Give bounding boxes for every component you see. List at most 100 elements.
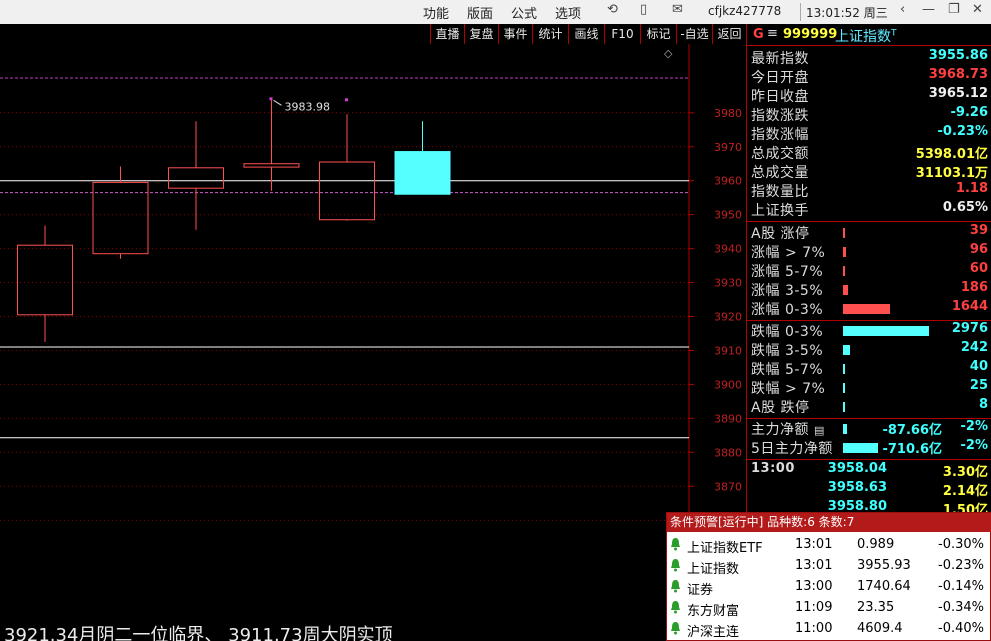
user-account[interactable]: cfjkz427778 xyxy=(708,4,781,18)
down-dist-row-value: 8 xyxy=(978,397,988,412)
events-button[interactable]: 事件 xyxy=(498,24,532,44)
back-button[interactable]: 返回 xyxy=(712,24,746,44)
down-dist-row-bar xyxy=(843,345,850,355)
capital-flow-bar xyxy=(843,443,879,453)
stat-row-value: -9.26 xyxy=(950,105,988,120)
capital-flow-value: -87.66亿 xyxy=(882,423,942,438)
stat-row: 最新指数 3955.86 xyxy=(747,48,991,67)
capital-flow-value: -710.6亿 xyxy=(882,442,942,457)
alert-name: 沪深主连 xyxy=(687,625,740,640)
diamond-icon: ◇ xyxy=(664,47,673,60)
alert-change: -0.34% xyxy=(938,600,984,615)
remove-watchlist-button[interactable]: -自选 xyxy=(676,24,712,44)
bell-icon xyxy=(671,580,680,593)
candle-body xyxy=(168,167,224,189)
y-tick-label: 3950 xyxy=(714,209,742,222)
stat-row-value: 3968.73 xyxy=(928,67,988,82)
stat-row-label: 总成交额 xyxy=(751,146,809,162)
down-dist-row-bar xyxy=(843,402,845,412)
kline-chart-svg: 3980 3970 3960 3950 3940 3930 3920 3910 3900 3890… xyxy=(0,44,742,641)
candle-body xyxy=(394,151,451,195)
f10-button[interactable]: F10 xyxy=(604,24,640,44)
menu-formula[interactable]: 公式 xyxy=(511,3,537,22)
stat-row-value: 31103.1万 xyxy=(915,166,988,181)
bell-icon xyxy=(671,559,680,572)
phone-icon[interactable]: ▯ xyxy=(640,2,647,17)
y-tick-label: 3930 xyxy=(714,277,742,290)
alert-row[interactable]: 东方财富 11:09 23.35 -0.34% xyxy=(667,598,991,619)
stat-row-label: 总成交量 xyxy=(751,165,809,181)
y-tick-label: 3900 xyxy=(714,378,742,391)
alert-header[interactable]: 条件预警[运行中] 品种数:6 条数:7 xyxy=(667,513,991,532)
divider xyxy=(747,221,991,222)
calendar-icon[interactable]: ▤ xyxy=(814,424,825,437)
up-dist-row-value: 186 xyxy=(960,280,988,295)
up-dist-row-label: 涨幅 0-3% xyxy=(751,302,824,318)
alert-row[interactable]: 上证指数ETF 13:01 0.989 -0.30% xyxy=(667,535,991,556)
menu-options[interactable]: 选项 xyxy=(555,3,581,22)
up-dist-row-value: 1644 xyxy=(951,299,988,314)
draw-line-button[interactable]: 画线 xyxy=(568,24,604,44)
close-icon[interactable]: ✕ xyxy=(972,2,983,17)
up-dist-row: 涨幅 3-5% 186 xyxy=(747,280,991,299)
alert-row[interactable]: 上证指数 13:01 3955.93 -0.23% xyxy=(667,556,991,577)
candle-body xyxy=(319,161,375,221)
candle-body xyxy=(243,163,300,168)
kline-chart[interactable]: 3980 3970 3960 3950 3940 3930 3920 3910 3900 3890… xyxy=(0,44,746,641)
down-dist-row-value: 2976 xyxy=(951,321,988,336)
menu-layout[interactable]: 版面 xyxy=(467,3,493,22)
down-dist-row: 跌幅 5-7% 40 xyxy=(747,359,991,378)
tick-price: 3958.04 xyxy=(827,461,887,476)
y-tick-label: 3940 xyxy=(714,243,742,256)
down-dist-row-label: 跌幅 3-5% xyxy=(751,343,824,359)
tick-row: 13:00 3958.04 3.30亿 xyxy=(747,461,991,480)
alert-time: 13:01 xyxy=(795,558,833,573)
up-dist-row-bar xyxy=(843,247,846,257)
refresh-icon[interactable]: ⟲ xyxy=(607,2,618,17)
high-marker xyxy=(269,97,273,101)
menu-icon[interactable]: ≡ xyxy=(767,26,778,41)
stat-row: 今日开盘 3968.73 xyxy=(747,67,991,86)
stat-row-label: 指数涨幅 xyxy=(751,127,809,143)
minimize-icon[interactable]: — xyxy=(922,2,935,17)
alert-price: 3955.93 xyxy=(857,558,911,573)
restore-icon[interactable]: ❐ xyxy=(948,2,960,17)
alert-row[interactable]: 证券 13:00 1740.64 -0.14% xyxy=(667,577,991,598)
live-button[interactable]: 直播 xyxy=(430,24,464,44)
candle-body xyxy=(17,244,73,316)
alert-row[interactable]: 沪深主连 11:00 4609.4 -0.40% xyxy=(667,619,991,640)
stat-row-value: 1.18 xyxy=(955,181,988,196)
marker-dot xyxy=(345,98,348,102)
stats-button[interactable]: 统计 xyxy=(532,24,568,44)
capital-flow-row: 主力净额 ▤ -87.66亿 -2% xyxy=(747,419,991,438)
group-tag: G xyxy=(753,27,764,42)
menu-function[interactable]: 功能 xyxy=(423,3,449,22)
high-annotation: 3983.98 xyxy=(285,100,331,113)
mail-icon[interactable]: ✉ xyxy=(672,2,683,17)
tick-amount: 3.30亿 xyxy=(942,465,988,480)
up-dist-row-value: 96 xyxy=(969,242,988,257)
tick-amount: 2.14亿 xyxy=(942,484,988,499)
alert-time: 13:00 xyxy=(795,579,833,594)
stat-row-value: 3965.12 xyxy=(928,86,988,101)
stat-row: 昨日收盘 3965.12 xyxy=(747,86,991,105)
clock: 13:01:52 周三 xyxy=(806,6,888,20)
down-dist-row: 跌幅 > 7% 25 xyxy=(747,378,991,397)
up-dist-row-value: 39 xyxy=(969,223,988,238)
replay-button[interactable]: 复盘 xyxy=(464,24,498,44)
down-dist-row-label: A股 跌停 xyxy=(751,400,810,416)
mark-button[interactable]: 标记 xyxy=(640,24,676,44)
stat-row: 总成交额 5398.01亿 xyxy=(747,143,991,162)
capital-flow-bar xyxy=(843,424,848,434)
stat-row: 指数量比 1.18 xyxy=(747,181,991,200)
alert-price: 1740.64 xyxy=(857,579,911,594)
security-name: 上证指数T xyxy=(835,26,897,46)
annotation-leader xyxy=(273,99,282,106)
divider xyxy=(747,459,991,460)
bell-icon xyxy=(671,601,680,614)
down-dist-row: A股 跌停 8 xyxy=(747,397,991,416)
y-tick-label: 3910 xyxy=(714,344,742,357)
stat-row: 总成交量 31103.1万 xyxy=(747,162,991,181)
back-icon[interactable]: ‹ xyxy=(900,2,905,17)
condition-alert-popup[interactable]: 条件预警[运行中] 品种数:6 条数:7 上证指数ETF 13:01 0.989… xyxy=(666,512,991,641)
